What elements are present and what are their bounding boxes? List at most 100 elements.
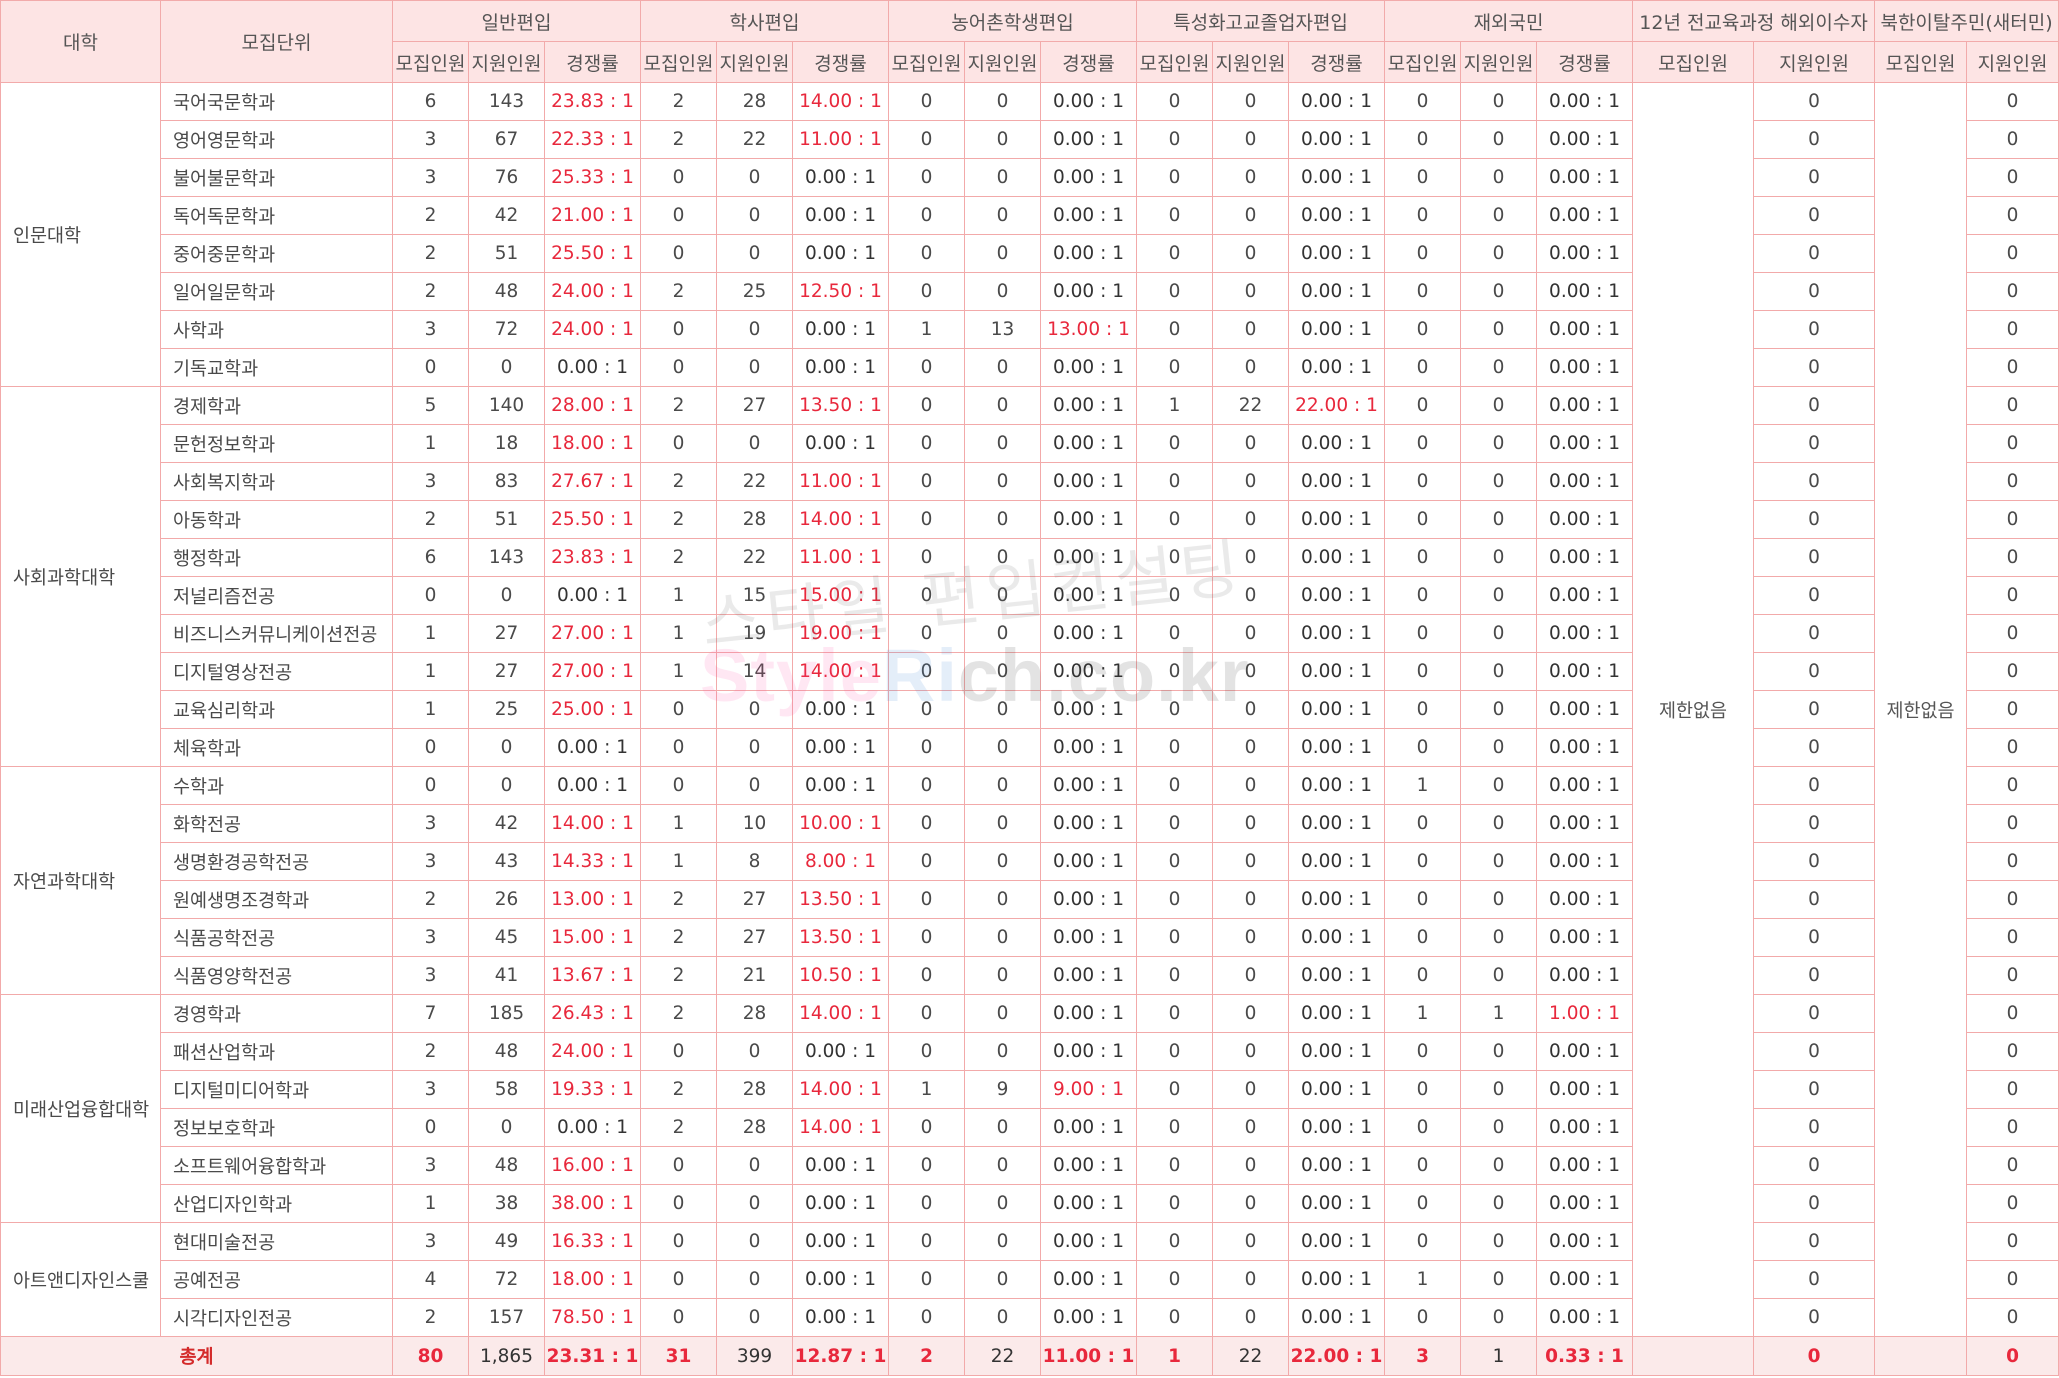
count-cell: 0 [1753, 1260, 1876, 1299]
recruit-cell: 0 [888, 842, 965, 881]
recruit-cell: 3 [392, 842, 469, 881]
count-cell: 0 [964, 348, 1041, 387]
count-cell: 0 [1460, 424, 1538, 463]
rate-cell: 0.00 : 1 [1287, 766, 1386, 805]
rate-cell: 13.50 : 1 [792, 880, 889, 919]
recruit-cell: 0 [1136, 880, 1213, 919]
rate-cell: 24.00 : 1 [544, 1032, 641, 1071]
rate-cell: 10.00 : 1 [792, 804, 889, 843]
count-cell: 0 [964, 576, 1041, 615]
unit-name: 경제학과 [160, 386, 393, 425]
rate-cell: 27.00 : 1 [544, 614, 641, 653]
rate-cell: 0.00 : 1 [1536, 158, 1634, 197]
rate-cell: 0.00 : 1 [1040, 652, 1137, 691]
recruit-cell: 0 [1136, 1184, 1213, 1223]
recruit-cell: 0 [1384, 690, 1462, 729]
count-cell: 0 [1212, 804, 1289, 843]
rate-cell: 0.00 : 1 [792, 1184, 889, 1223]
total-count-cell: 22 [964, 1336, 1041, 1376]
count-cell: 0 [1460, 1222, 1538, 1261]
count-cell: 0 [1966, 462, 2059, 501]
count-cell: 0 [1753, 1222, 1876, 1261]
subheader-apply: 지원인원 [1753, 41, 1876, 83]
count-cell: 0 [1966, 82, 2059, 121]
rate-cell: 0.00 : 1 [1287, 158, 1386, 197]
recruit-cell: 3 [392, 956, 469, 995]
subheader-apply: 지원인원 [468, 41, 545, 83]
count-cell: 0 [1753, 1298, 1876, 1337]
rate-cell: 0.00 : 1 [1536, 918, 1634, 957]
count-cell: 9 [964, 1070, 1041, 1109]
recruit-cell: 2 [640, 1070, 717, 1109]
count-cell: 28 [716, 82, 793, 121]
recruit-cell: 3 [392, 310, 469, 349]
rate-cell: 8.00 : 1 [792, 842, 889, 881]
count-cell: 0 [1966, 120, 2059, 159]
rate-cell: 0.00 : 1 [1287, 500, 1386, 539]
recruit-cell: 0 [640, 1298, 717, 1337]
recruit-cell: 0 [888, 538, 965, 577]
count-cell: 0 [1966, 690, 2059, 729]
count-cell: 27 [716, 880, 793, 919]
rate-cell: 0.00 : 1 [544, 348, 641, 387]
unit-name: 산업디자인학과 [160, 1184, 393, 1223]
rate-cell: 0.00 : 1 [1536, 538, 1634, 577]
rate-cell: 0.00 : 1 [1287, 1260, 1386, 1299]
recruit-cell: 0 [888, 158, 965, 197]
rate-cell: 0.00 : 1 [1040, 1298, 1137, 1337]
count-cell: 0 [1966, 1146, 2059, 1185]
subheader-recruit: 모집인원 [1136, 41, 1213, 83]
rate-cell: 0.00 : 1 [1287, 120, 1386, 159]
count-cell: 0 [1460, 1108, 1538, 1147]
rate-cell: 0.00 : 1 [1287, 310, 1386, 349]
unit-name: 불어불문학과 [160, 158, 393, 197]
rate-cell: 1.00 : 1 [1536, 994, 1634, 1033]
recruit-cell: 0 [888, 956, 965, 995]
count-cell: 0 [1212, 576, 1289, 615]
count-cell: 0 [1753, 804, 1876, 843]
recruit-cell: 0 [888, 120, 965, 159]
rate-cell: 23.83 : 1 [544, 538, 641, 577]
count-cell: 48 [468, 1146, 545, 1185]
rate-cell: 0.00 : 1 [1040, 462, 1137, 501]
count-cell: 0 [1212, 272, 1289, 311]
rate-cell: 13.67 : 1 [544, 956, 641, 995]
count-cell: 0 [716, 196, 793, 235]
recruit-cell: 3 [392, 804, 469, 843]
count-cell: 0 [964, 1032, 1041, 1071]
total-count-cell: 1 [1460, 1336, 1538, 1376]
count-cell: 0 [964, 462, 1041, 501]
unit-name: 사학과 [160, 310, 393, 349]
count-cell: 27 [716, 386, 793, 425]
college-name: 자연과학대학 [0, 766, 161, 995]
count-cell: 0 [1212, 1146, 1289, 1185]
rate-cell: 0.00 : 1 [1040, 386, 1137, 425]
recruit-cell: 0 [1384, 652, 1462, 691]
recruit-cell: 3 [392, 158, 469, 197]
total-label: 총계 [0, 1336, 393, 1376]
rate-cell: 0.00 : 1 [1040, 728, 1137, 767]
count-cell: 0 [1753, 880, 1876, 919]
count-cell: 0 [1753, 538, 1876, 577]
recruit-cell: 0 [1136, 614, 1213, 653]
count-cell: 0 [1460, 1070, 1538, 1109]
count-cell: 27 [468, 652, 545, 691]
rate-cell: 27.00 : 1 [544, 652, 641, 691]
rate-cell: 0.00 : 1 [792, 728, 889, 767]
rate-cell: 14.00 : 1 [792, 652, 889, 691]
subheader-apply: 지원인원 [716, 41, 793, 83]
count-cell: 0 [1212, 348, 1289, 387]
count-cell: 0 [1460, 310, 1538, 349]
recruit-cell: 1 [640, 614, 717, 653]
count-cell: 0 [964, 82, 1041, 121]
rate-cell: 0.00 : 1 [1040, 614, 1137, 653]
count-cell: 0 [964, 272, 1041, 311]
rate-cell: 0.00 : 1 [1040, 690, 1137, 729]
rate-cell: 18.00 : 1 [544, 424, 641, 463]
count-cell: 0 [468, 348, 545, 387]
rate-cell: 12.50 : 1 [792, 272, 889, 311]
count-cell: 0 [716, 348, 793, 387]
recruit-cell: 2 [640, 500, 717, 539]
count-cell: 22 [1212, 386, 1289, 425]
recruit-cell: 0 [1136, 500, 1213, 539]
